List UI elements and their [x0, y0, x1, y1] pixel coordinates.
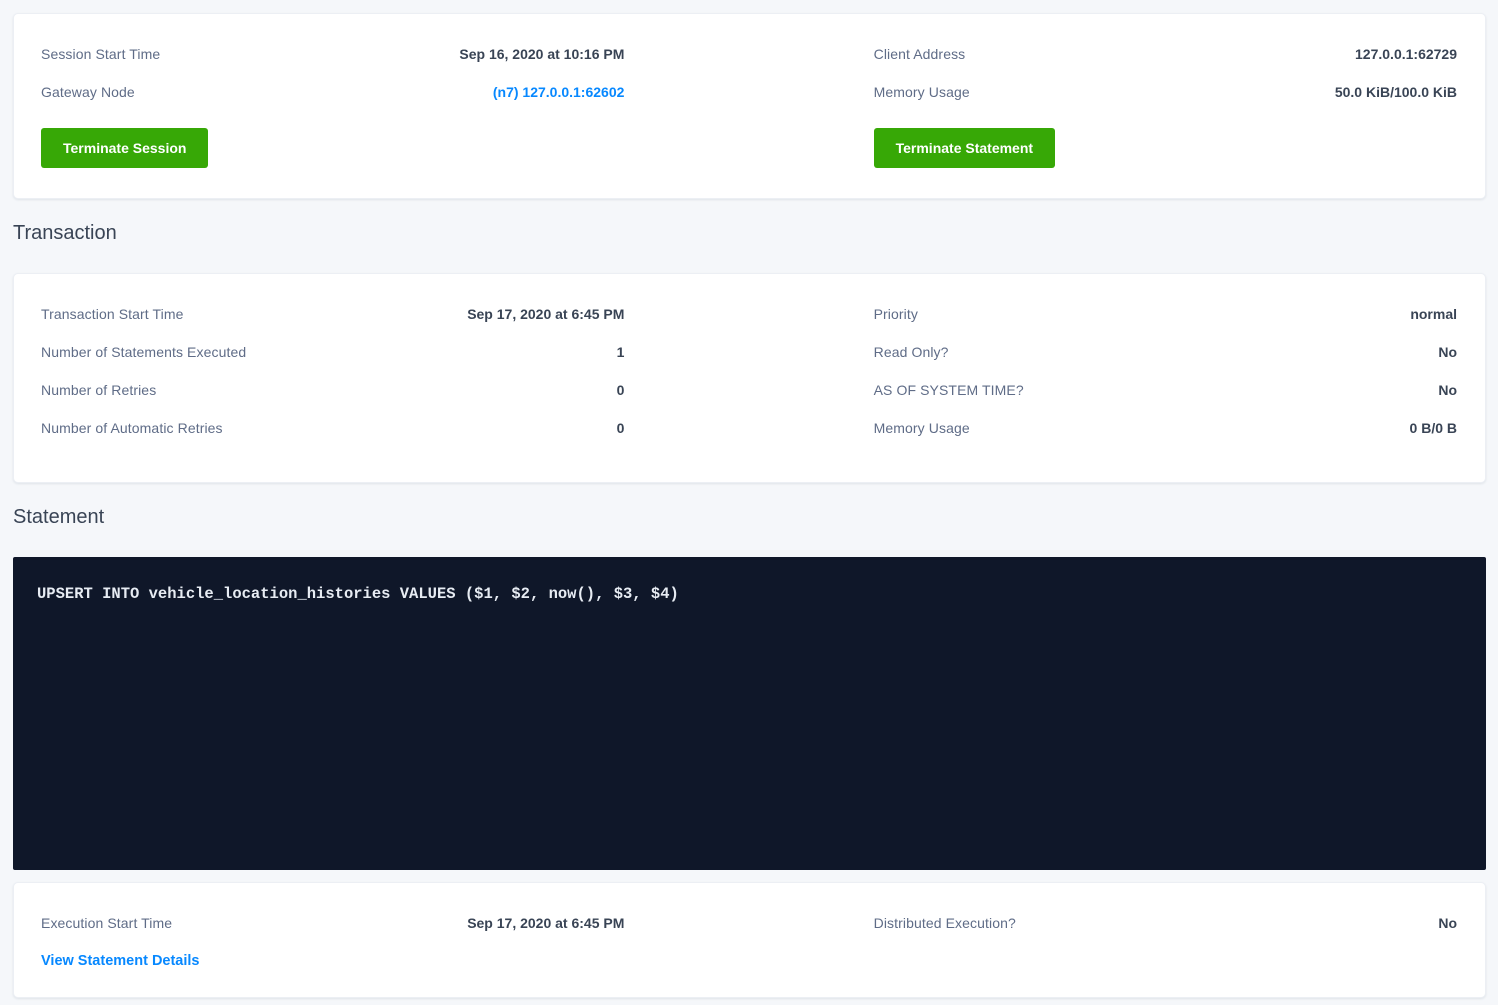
client-address-label: Client Address — [874, 46, 966, 62]
client-address-row: Client Address 127.0.0.1:62729 — [874, 46, 1457, 62]
statement-sql-box: UPSERT INTO vehicle_location_histories V… — [13, 557, 1486, 870]
session-memory-usage-label: Memory Usage — [874, 84, 970, 100]
statements-executed-row: Number of Statements Executed 1 — [41, 344, 624, 360]
session-start-time-value: Sep 16, 2020 at 10:16 PM — [459, 46, 624, 62]
transaction-start-time-value: Sep 17, 2020 at 6:45 PM — [467, 306, 624, 322]
as-of-system-time-row: AS OF SYSTEM TIME? No — [874, 382, 1457, 398]
execution-start-time-label: Execution Start Time — [41, 915, 172, 931]
gateway-node-label: Gateway Node — [41, 84, 135, 100]
read-only-value: No — [1438, 344, 1457, 360]
transaction-section-title: Transaction — [13, 222, 1486, 245]
client-address-value: 127.0.0.1:62729 — [1355, 46, 1457, 62]
automatic-retries-row: Number of Automatic Retries 0 — [41, 420, 624, 436]
as-of-system-time-value: No — [1438, 382, 1457, 398]
transaction-card: Transaction Start Time Sep 17, 2020 at 6… — [13, 273, 1486, 483]
statement-details-card: Execution Start Time Sep 17, 2020 at 6:4… — [13, 882, 1486, 998]
view-statement-details-link[interactable]: View Statement Details — [41, 953, 200, 969]
read-only-row: Read Only? No — [874, 344, 1457, 360]
distributed-execution-label: Distributed Execution? — [874, 915, 1016, 931]
read-only-label: Read Only? — [874, 344, 949, 360]
priority-label: Priority — [874, 306, 918, 322]
gateway-node-link[interactable]: (n7) 127.0.0.1:62602 — [493, 84, 625, 100]
priority-value: normal — [1410, 306, 1457, 322]
retries-row: Number of Retries 0 — [41, 382, 624, 398]
statement-details-left-column: Execution Start Time Sep 17, 2020 at 6:4… — [41, 915, 624, 969]
transaction-memory-usage-label: Memory Usage — [874, 420, 970, 436]
automatic-retries-label: Number of Automatic Retries — [41, 420, 223, 436]
execution-start-time-row: Execution Start Time Sep 17, 2020 at 6:4… — [41, 915, 624, 931]
retries-label: Number of Retries — [41, 382, 156, 398]
priority-row: Priority normal — [874, 306, 1457, 322]
execution-start-time-value: Sep 17, 2020 at 6:45 PM — [467, 915, 624, 931]
session-memory-usage-value: 50.0 KiB/100.0 KiB — [1335, 84, 1457, 100]
transaction-card-right-column: Priority normal Read Only? No AS OF SYST… — [874, 306, 1457, 436]
transaction-start-time-row: Transaction Start Time Sep 17, 2020 at 6… — [41, 306, 624, 322]
sql-statement-text: UPSERT INTO vehicle_location_histories V… — [37, 584, 1462, 605]
session-start-time-label: Session Start Time — [41, 46, 160, 62]
session-details-page: Session Start Time Sep 16, 2020 at 10:16… — [0, 0, 1498, 1005]
session-card-left-column: Session Start Time Sep 16, 2020 at 10:16… — [41, 46, 624, 168]
session-memory-usage-row: Memory Usage 50.0 KiB/100.0 KiB — [874, 84, 1457, 100]
session-summary-card: Session Start Time Sep 16, 2020 at 10:16… — [13, 13, 1486, 199]
transaction-start-time-label: Transaction Start Time — [41, 306, 184, 322]
retries-value: 0 — [617, 382, 625, 398]
distributed-execution-value: No — [1438, 915, 1457, 931]
view-statement-details-row: View Statement Details — [41, 953, 624, 969]
terminate-session-button[interactable]: Terminate Session — [41, 128, 208, 168]
distributed-execution-row: Distributed Execution? No — [874, 915, 1457, 931]
statements-executed-value: 1 — [617, 344, 625, 360]
as-of-system-time-label: AS OF SYSTEM TIME? — [874, 382, 1024, 398]
transaction-memory-usage-row: Memory Usage 0 B/0 B — [874, 420, 1457, 436]
session-start-time-row: Session Start Time Sep 16, 2020 at 10:16… — [41, 46, 624, 62]
automatic-retries-value: 0 — [617, 420, 625, 436]
statements-executed-label: Number of Statements Executed — [41, 344, 246, 360]
gateway-node-row: Gateway Node (n7) 127.0.0.1:62602 — [41, 84, 624, 100]
statement-section-title: Statement — [13, 506, 1486, 529]
statement-details-right-column: Distributed Execution? No — [874, 915, 1457, 969]
transaction-card-left-column: Transaction Start Time Sep 17, 2020 at 6… — [41, 306, 624, 436]
terminate-statement-button[interactable]: Terminate Statement — [874, 128, 1055, 168]
transaction-memory-usage-value: 0 B/0 B — [1410, 420, 1457, 436]
session-card-right-column: Client Address 127.0.0.1:62729 Memory Us… — [874, 46, 1457, 168]
